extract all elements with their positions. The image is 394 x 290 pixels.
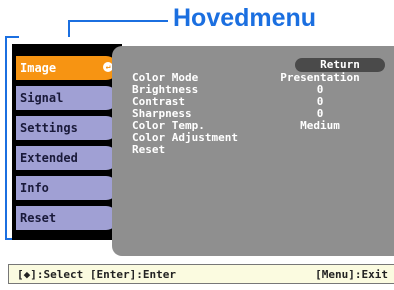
menu-item-settings[interactable]: Settings [16,116,118,140]
status-hint-select-enter: [◆]:Select [Enter]:Enter [17,268,176,281]
menu-item-label: Image [20,61,57,75]
bracket-left [5,36,7,240]
setting-label: Reset [132,143,166,156]
menu-item-image[interactable]: Image ↵ [16,56,118,80]
menu-item-info[interactable]: Info [16,176,118,200]
menu-item-label: Signal [20,91,64,105]
menu-item-signal[interactable]: Signal [16,86,118,110]
status-bar: [◆]:Select [Enter]:Enter [Menu]:Exit [8,264,394,284]
callout-line [68,20,168,22]
status-hint-exit: [Menu]:Exit [315,268,388,281]
menu-item-label: Info [20,181,49,195]
menu-item-label: Reset [20,211,57,225]
submenu-panel: Return Color Mode Presentation Brightnes… [112,46,394,256]
menu-item-reset[interactable]: Reset [16,206,118,230]
setting-row-reset[interactable]: Reset [112,144,394,156]
return-button[interactable]: Return [295,58,385,72]
setting-value: Medium [300,119,340,132]
page-title: Hovedmenu [173,4,317,32]
callout-line-vertical [68,20,70,37]
menu-item-extended[interactable]: Extended [16,146,118,170]
bracket-top [5,36,19,38]
main-menu-sidebar: Image ↵ Signal Settings Extended Info Re… [12,44,122,240]
menu-item-label: Extended [20,151,78,165]
menu-item-label: Settings [20,121,78,135]
